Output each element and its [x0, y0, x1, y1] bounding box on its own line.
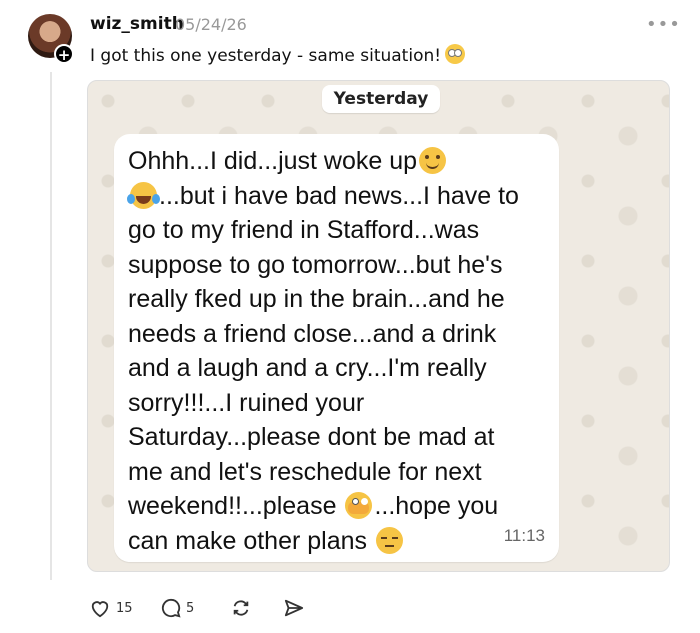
follow-plus-icon[interactable]: + [54, 44, 74, 64]
message-line: ...hope you [374, 492, 499, 520]
post-date: 05/24/26 [175, 15, 247, 34]
caption-text: I got this one yesterday - same situatio… [90, 46, 442, 66]
like-count: 15 [116, 600, 133, 616]
rolling-eyes-icon [445, 44, 466, 64]
message-line: sorry!!!...I ruined your [128, 388, 365, 417]
message-line: ...but i have bad news...I have to [159, 181, 519, 210]
message-bubble: Ohhh...I did...just woke up ...but i hav… [114, 134, 559, 562]
post-caption: I got this one yesterday - same situatio… [90, 44, 466, 66]
message-line: go to my friend in Stafford...was [128, 216, 480, 244]
chat-screenshot[interactable]: Yesterday Ohhh...I did...just woke up ..… [87, 80, 670, 572]
message-line: weekend!!...please [128, 492, 337, 520]
message-time: 11:13 [503, 526, 545, 545]
day-label: Yesterday [322, 85, 440, 113]
thread-line [50, 72, 52, 580]
tears-of-joy-icon [127, 181, 157, 209]
comment-icon [161, 598, 181, 618]
heart-icon [91, 601, 109, 618]
message-line: suppose to go tomorrow...but he's [128, 250, 503, 279]
message-line: can make other plans [128, 526, 368, 555]
message-line: me and let's reschedule for next [128, 457, 482, 486]
message-line: Ohhh...I did...just woke up [128, 147, 418, 175]
repost-button[interactable] [230, 597, 252, 619]
message-line: and a laugh and a cry...I'm really [128, 354, 487, 382]
reply-button[interactable]: 5 [161, 597, 194, 619]
repost-icon [233, 600, 249, 616]
pensive-face-icon [375, 526, 403, 554]
message-line: really fked up in the brain...and he [128, 285, 505, 313]
reply-count: 5 [186, 600, 195, 616]
smiling-face-icon [419, 147, 447, 174]
more-horizontal-icon[interactable]: ••• [646, 14, 681, 35]
like-button[interactable]: 15 [89, 597, 133, 619]
peeking-face-icon [345, 492, 373, 519]
username[interactable]: wiz_smith [90, 14, 184, 34]
message-text: Ohhh...I did...just woke up ...but i hav… [127, 144, 547, 558]
message-line: Saturday...please dont be mad at [128, 423, 495, 451]
share-button[interactable] [283, 597, 305, 619]
send-icon [284, 599, 304, 617]
message-line: needs a friend close...and a drink [128, 319, 497, 348]
